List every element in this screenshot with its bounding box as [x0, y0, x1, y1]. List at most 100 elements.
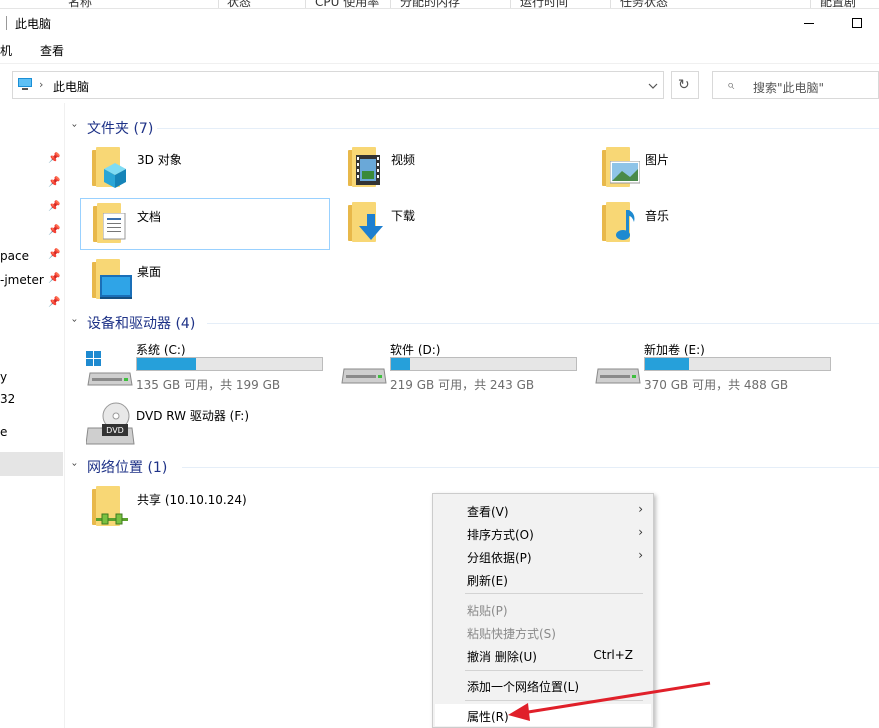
download-icon	[344, 198, 390, 246]
window-title: 此电脑	[15, 17, 52, 31]
drive-usage-bar	[644, 357, 831, 371]
drive-name: 系统 (C:)	[136, 343, 186, 357]
background-window-header: 名称 状态 CPU 使用率 分配的内存 运行时间 任务状态 配置剧	[0, 0, 879, 9]
network-folder-icon	[88, 482, 134, 530]
network-share[interactable]: 共享 (10.10.10.24)	[80, 482, 330, 534]
folder-music[interactable]: 音乐	[590, 198, 840, 250]
drive-name: 新加卷 (E:)	[644, 343, 705, 357]
pin-icon: 📌	[48, 273, 61, 284]
navigation-pane: 📌 📌 📌 📌 📌 📌 📌 pace -jmeter y 32 e	[0, 103, 65, 728]
pin-icon: 📌	[48, 225, 61, 236]
drive-usage-fill	[645, 358, 690, 370]
chevron-down-icon[interactable]	[646, 79, 660, 93]
drive-e[interactable]: 新加卷 (E:) 370 GB 可用，共 488 GB	[594, 341, 834, 393]
hard-drive-icon	[595, 368, 641, 384]
nav-item-selected[interactable]	[0, 452, 63, 476]
menu-label: 粘贴快捷方式(S)	[467, 627, 556, 641]
breadcrumb-chevron-icon[interactable]: ›	[39, 78, 43, 91]
search-placeholder[interactable]: 搜索"此电脑"	[753, 79, 824, 96]
refresh-button[interactable]: ↻	[671, 71, 699, 99]
pin-icon: 📌	[48, 201, 61, 212]
folder-desktop[interactable]: 桌面	[80, 255, 330, 307]
chevron-icon[interactable]: ›	[69, 319, 80, 323]
menu-item-paste[interactable]: 粘贴(P)	[435, 598, 651, 620]
folder-documents[interactable]: 文档	[80, 198, 330, 250]
tab-computer[interactable]: 机	[0, 42, 12, 59]
folder-3d-objects[interactable]: 3D 对象	[80, 143, 330, 195]
nav-item[interactable]: e	[0, 425, 7, 439]
divider	[207, 323, 879, 324]
drive-free-space: 219 GB 可用，共 243 GB	[390, 378, 535, 392]
drive-usage-fill	[391, 358, 410, 370]
nav-item[interactable]: pace	[0, 249, 29, 263]
menu-item-sort[interactable]: 排序方式(O) ›	[435, 522, 651, 544]
address-bar[interactable]: › 此电脑	[12, 71, 664, 99]
item-label: 音乐	[645, 209, 670, 223]
pin-icon: 📌	[48, 177, 61, 188]
video-icon	[344, 143, 390, 191]
item-label: 3D 对象	[137, 153, 182, 167]
folder-videos[interactable]: 视频	[336, 143, 586, 195]
nav-item[interactable]: -jmeter	[0, 273, 44, 287]
picture-icon	[598, 143, 644, 191]
menu-label: 粘贴(P)	[467, 604, 508, 618]
folder-downloads[interactable]: 下载	[336, 198, 586, 250]
drive-name: DVD RW 驱动器 (F:)	[136, 409, 250, 423]
folder-pictures[interactable]: 图片	[590, 143, 840, 195]
menu-shortcut: Ctrl+Z	[593, 648, 633, 662]
drive-c[interactable]: 系统 (C:) 135 GB 可用，共 199 GB	[86, 341, 326, 393]
refresh-icon: ↻	[678, 77, 690, 93]
item-label: 下载	[391, 209, 416, 223]
dvd-badge: DVD	[106, 426, 124, 435]
col-status: 状态	[227, 0, 252, 9]
ribbon-tabs: 机 查看	[0, 37, 879, 64]
title-separator	[6, 16, 7, 30]
breadcrumb-this-pc[interactable]: 此电脑	[53, 78, 89, 95]
nav-item[interactable]: y	[0, 370, 7, 384]
menu-separator	[465, 670, 643, 671]
menu-item-refresh[interactable]: 刷新(E)	[435, 568, 651, 590]
menu-label: 撤消 删除(U)	[467, 650, 537, 664]
item-label: 图片	[645, 153, 670, 167]
submenu-arrow-icon: ›	[638, 525, 643, 539]
drive-f-dvd[interactable]: DVD DVD RW 驱动器 (F:)	[86, 400, 326, 452]
hard-drive-icon	[341, 368, 387, 384]
item-label: 视频	[391, 153, 416, 167]
minimize-button[interactable]	[798, 12, 820, 34]
3d-objects-icon	[88, 143, 134, 191]
chevron-icon[interactable]: ›	[69, 124, 80, 128]
chevron-icon[interactable]: ›	[69, 463, 80, 467]
drive-usage-bar	[136, 357, 323, 371]
menu-item-group-by[interactable]: 分组依据(P) ›	[435, 545, 651, 567]
search-box[interactable]: ⌕ 搜索"此电脑"	[712, 71, 879, 99]
dvd-drive-icon: DVD	[86, 402, 135, 445]
drive-name: 软件 (D:)	[390, 343, 441, 357]
menu-item-paste-shortcut[interactable]: 粘贴快捷方式(S)	[435, 621, 651, 643]
group-header-folders[interactable]: › 文件夹 (7)	[69, 118, 879, 138]
drive-usage-fill	[137, 358, 197, 370]
pin-icon: 📌	[48, 297, 61, 308]
drive-d[interactable]: 软件 (D:) 219 GB 可用，共 243 GB	[340, 341, 580, 393]
drive-free-space: 370 GB 可用，共 488 GB	[644, 378, 789, 392]
menu-item-view[interactable]: 查看(V) ›	[435, 499, 651, 521]
menu-item-undo-delete[interactable]: 撤消 删除(U) Ctrl+Z	[435, 644, 651, 666]
col-runtime: 运行时间	[520, 0, 569, 9]
group-title: 文件夹 (7)	[87, 121, 154, 137]
search-icon: ⌕	[727, 78, 735, 93]
tab-view[interactable]: 查看	[40, 42, 64, 59]
pin-icon: 📌	[48, 249, 61, 260]
item-label: 桌面	[137, 265, 162, 279]
pin-icon: 📌	[48, 153, 61, 164]
group-header-network[interactable]: › 网络位置 (1)	[69, 457, 879, 477]
maximize-button[interactable]	[846, 12, 868, 34]
group-header-devices[interactable]: › 设备和驱动器 (4)	[69, 313, 879, 333]
group-title: 设备和驱动器 (4)	[87, 316, 196, 332]
submenu-arrow-icon: ›	[638, 502, 643, 516]
title-bar: 此电脑	[0, 9, 879, 37]
music-icon	[598, 198, 644, 246]
col-task-state: 任务状态	[620, 0, 669, 9]
desktop-icon	[88, 255, 134, 303]
nav-item[interactable]: 32	[0, 392, 15, 406]
divider	[157, 128, 879, 129]
menu-label: 刷新(E)	[467, 574, 508, 588]
